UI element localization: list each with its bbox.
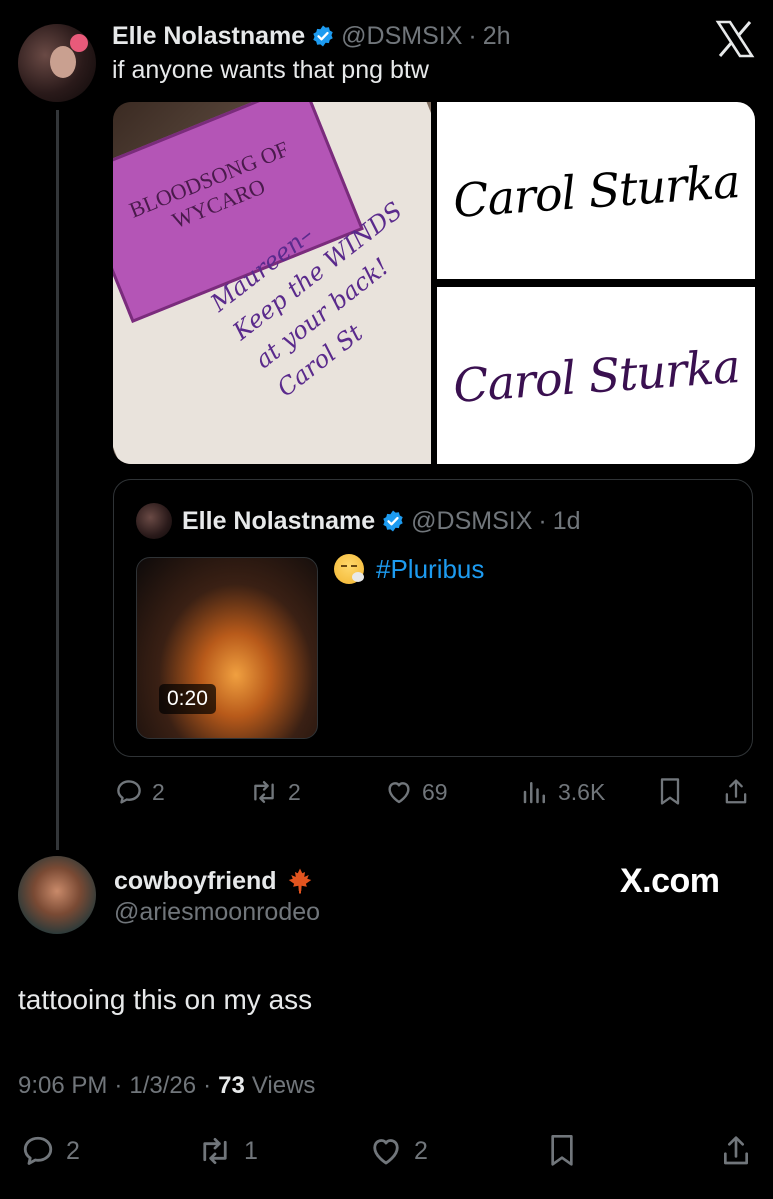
author-handle[interactable]: @DSMSIX <box>341 22 462 51</box>
reply-button[interactable]: 2 <box>114 776 165 808</box>
repost-count: 2 <box>288 778 301 805</box>
hashtag-link[interactable]: #Pluribus <box>376 554 484 585</box>
heart-icon <box>384 777 414 807</box>
like-button[interactable]: 69 <box>384 776 448 808</box>
reply-reply-button[interactable]: 2 <box>20 1132 80 1170</box>
dot-separator: · <box>538 506 547 535</box>
share-icon <box>720 1132 752 1170</box>
video-thumbnail[interactable]: 0:20 <box>136 557 318 739</box>
repost-button[interactable]: 2 <box>248 776 301 808</box>
tweet-header: Elle Nolastname @DSMSIX · 2h <box>112 20 511 52</box>
quote-text-row: #Pluribus <box>334 552 484 586</box>
quote-time: 1d <box>552 506 581 535</box>
quote-handle: @DSMSIX <box>411 506 533 535</box>
quote-header: Elle Nolastname @DSMSIX · 1d <box>182 504 581 538</box>
analytics-icon <box>520 777 550 807</box>
x-logo-icon: X <box>715 20 757 60</box>
repost-icon <box>248 777 280 807</box>
heart-icon <box>368 1133 404 1169</box>
thread-line <box>56 110 59 850</box>
bookmark-icon <box>546 1132 578 1170</box>
views-count: 73 <box>218 1072 245 1099</box>
avatar[interactable] <box>18 24 96 102</box>
like-count: 69 <box>422 778 448 805</box>
reply-text: tattooing this on my ass <box>18 984 313 1015</box>
verified-badge-icon <box>381 509 405 533</box>
reply-share-button[interactable] <box>720 1132 752 1170</box>
views-label: Views <box>251 1072 316 1099</box>
dot-separator: · <box>468 21 477 50</box>
avatar-face-icon <box>50 46 76 78</box>
tweet-time[interactable]: 2h <box>483 22 511 51</box>
reply-count: 2 <box>152 778 165 805</box>
quote-card[interactable]: Elle Nolastname @DSMSIX · 1d 0:20 #Pluri… <box>113 479 753 757</box>
media-grid[interactable]: BLOODSONG OF WYCARO Maureen– Keep the WI… <box>113 102 755 464</box>
xcom-watermark: X.com <box>620 862 720 900</box>
reply-author-name[interactable]: cowboyfriend <box>114 867 277 896</box>
maple-leaf-icon <box>285 866 315 896</box>
repost-icon <box>196 1133 234 1169</box>
reply-author-row: cowboyfriend <box>114 864 315 898</box>
reply-like-button[interactable]: 2 <box>368 1132 428 1170</box>
reply-bookmark-button[interactable] <box>546 1132 578 1170</box>
author-name[interactable]: Elle Nolastname <box>112 22 305 51</box>
reply-icon <box>114 777 144 807</box>
book-photo[interactable]: BLOODSONG OF WYCARO Maureen– Keep the WI… <box>113 102 431 464</box>
reply-repost-button[interactable]: 1 <box>196 1132 258 1170</box>
reply-meta: 9:06 PM · 1/3/26 · 73 Views <box>18 1072 315 1100</box>
signature-black-text: Carol Sturka <box>451 153 741 228</box>
share-icon <box>722 776 750 808</box>
share-button[interactable] <box>722 776 750 808</box>
quote-author-name: Elle Nolastname <box>182 506 376 535</box>
quote-avatar <box>136 503 172 539</box>
reply-avatar[interactable] <box>18 856 96 934</box>
signature-black[interactable]: Carol Sturka <box>437 102 755 279</box>
dot-separator: · <box>203 1072 212 1099</box>
avatar-flower-icon <box>70 34 88 52</box>
video-duration-badge: 0:20 <box>159 684 216 714</box>
reply-handle[interactable]: @ariesmoonrodeo <box>114 898 320 927</box>
verified-badge-icon <box>311 24 335 48</box>
views-count: 3.6K <box>558 778 606 805</box>
signature-purple[interactable]: Carol Sturka <box>437 287 755 464</box>
face-exhaling-icon <box>334 554 364 584</box>
reply-date[interactable]: 1/3/26 <box>129 1072 196 1100</box>
signature-purple-text: Carol Sturka <box>451 338 741 413</box>
tweet-text: if anyone wants that png btw <box>112 56 429 84</box>
bookmark-button[interactable] <box>656 776 684 808</box>
repost-count: 1 <box>244 1136 258 1165</box>
reply-time[interactable]: 9:06 PM <box>18 1072 107 1100</box>
reply-count: 2 <box>66 1136 80 1165</box>
reply-icon <box>20 1133 56 1169</box>
bookmark-icon <box>656 776 684 808</box>
dot-separator: · <box>114 1072 123 1099</box>
views-button[interactable]: 3.6K <box>520 776 605 808</box>
like-count: 2 <box>414 1136 428 1165</box>
